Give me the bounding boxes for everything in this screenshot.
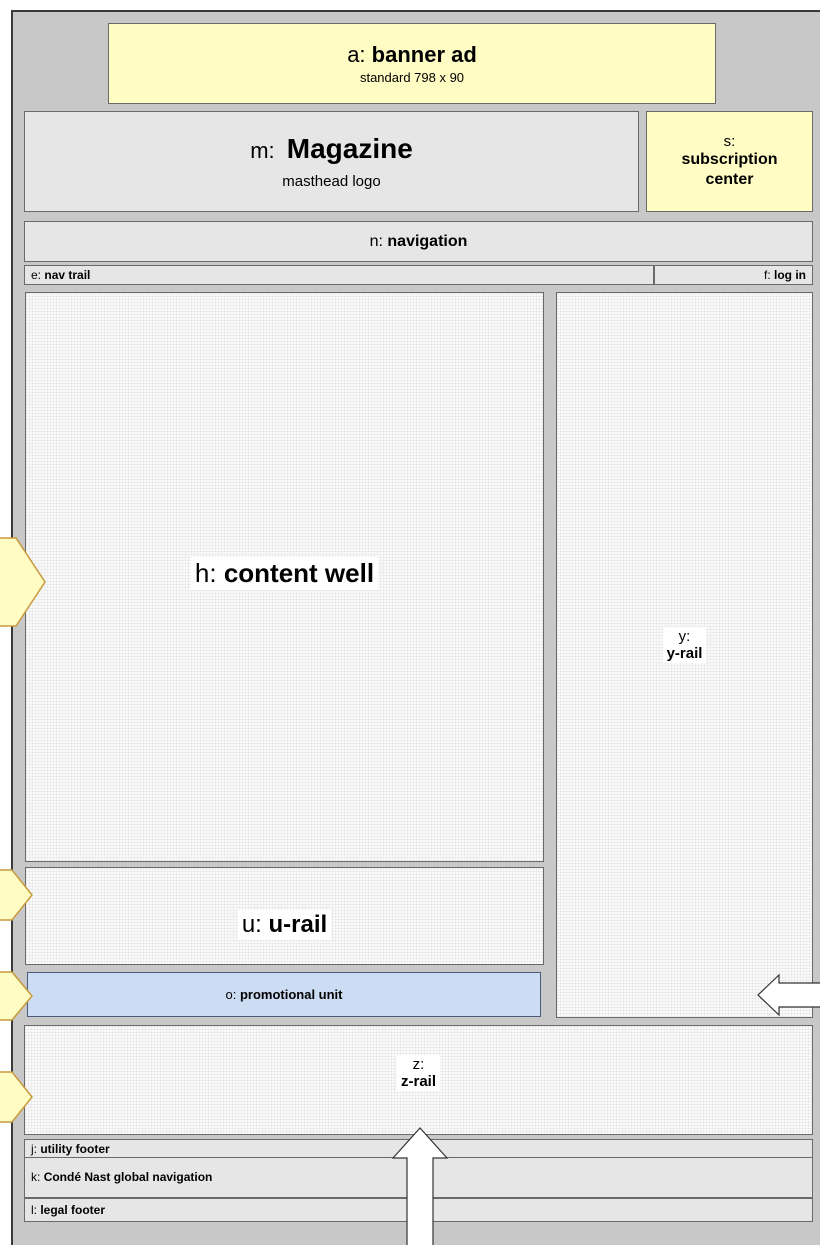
content-well-prefix: h: <box>194 557 217 588</box>
banner-ad-subtitle: standard 798 x 90 <box>359 70 465 85</box>
log-in-title: log in <box>774 268 806 282</box>
nav-trail-box: e: nav trail <box>24 265 654 285</box>
u-rail-prefix: u: <box>241 911 262 938</box>
utility-footer-title: utility footer <box>40 1142 110 1156</box>
subscription-line1: subscription <box>681 151 778 168</box>
nav-trail-prefix: e: <box>31 268 42 282</box>
nav-trail-title: nav trail <box>44 268 91 282</box>
masthead-prefix: m: <box>250 138 275 163</box>
content-well-title: content well <box>223 557 375 588</box>
page-layout-diagram: a: banner ad standard 798 x 90 m: Magazi… <box>11 10 820 1245</box>
masthead-subtitle: masthead logo <box>282 173 381 190</box>
navigation-title: navigation <box>387 232 468 250</box>
y-rail-title: y-rail <box>666 645 703 662</box>
z-rail-prefix: z: <box>412 1056 425 1073</box>
subscription-line2: center <box>705 171 754 188</box>
log-in-box: f: log in <box>654 265 813 285</box>
y-rail-heading: y: y-rail <box>662 627 707 663</box>
global-navigation-prefix: k: <box>31 1170 41 1184</box>
u-rail-box: u: u-rail <box>25 867 544 965</box>
subscription-prefix: s: <box>723 133 736 150</box>
legal-footer-box: l: legal footer <box>24 1198 813 1222</box>
navigation-prefix: n: <box>369 232 383 250</box>
masthead-heading: m: Magazine <box>250 133 413 167</box>
masthead-box: m: Magazine masthead logo <box>24 111 639 212</box>
log-in-prefix: f: <box>763 268 771 282</box>
navigation-box: n: navigation <box>24 221 813 262</box>
banner-ad-prefix: a: <box>347 42 366 67</box>
z-rail-title: z-rail <box>400 1073 436 1090</box>
u-rail-title: u-rail <box>268 911 328 938</box>
banner-ad-title: banner ad <box>371 42 477 67</box>
y-rail-box: y: y-rail <box>556 292 813 1018</box>
banner-ad-heading: a: banner ad <box>347 42 477 68</box>
global-navigation-title: Condé Nast global navigation <box>43 1170 213 1184</box>
promotional-unit-heading: o: promotional unit <box>225 987 342 1002</box>
navigation-heading: n: navigation <box>370 233 468 251</box>
global-navigation-box: k: Condé Nast global navigation <box>24 1157 813 1198</box>
banner-ad-box: a: banner ad standard 798 x 90 <box>108 23 716 104</box>
promotional-unit-title: promotional unit <box>239 987 343 1002</box>
utility-footer-box: j: utility footer <box>24 1139 813 1158</box>
subscription-center-box: s: subscription center <box>646 111 813 212</box>
u-rail-heading: u: u-rail <box>237 910 332 940</box>
promotional-unit-box: o: promotional unit <box>27 972 541 1017</box>
promotional-unit-prefix: o: <box>225 987 237 1002</box>
y-rail-prefix: y: <box>678 628 691 645</box>
content-well-heading: h: content well <box>190 556 379 590</box>
legal-footer-title: legal footer <box>40 1203 106 1217</box>
z-rail-box: z: z-rail <box>24 1025 813 1135</box>
content-well-box: h: content well <box>25 292 544 862</box>
z-rail-heading: z: z-rail <box>396 1055 440 1091</box>
masthead-title: Magazine <box>286 133 413 164</box>
legal-footer-prefix: l: <box>31 1203 37 1217</box>
utility-footer-prefix: j: <box>31 1142 37 1156</box>
